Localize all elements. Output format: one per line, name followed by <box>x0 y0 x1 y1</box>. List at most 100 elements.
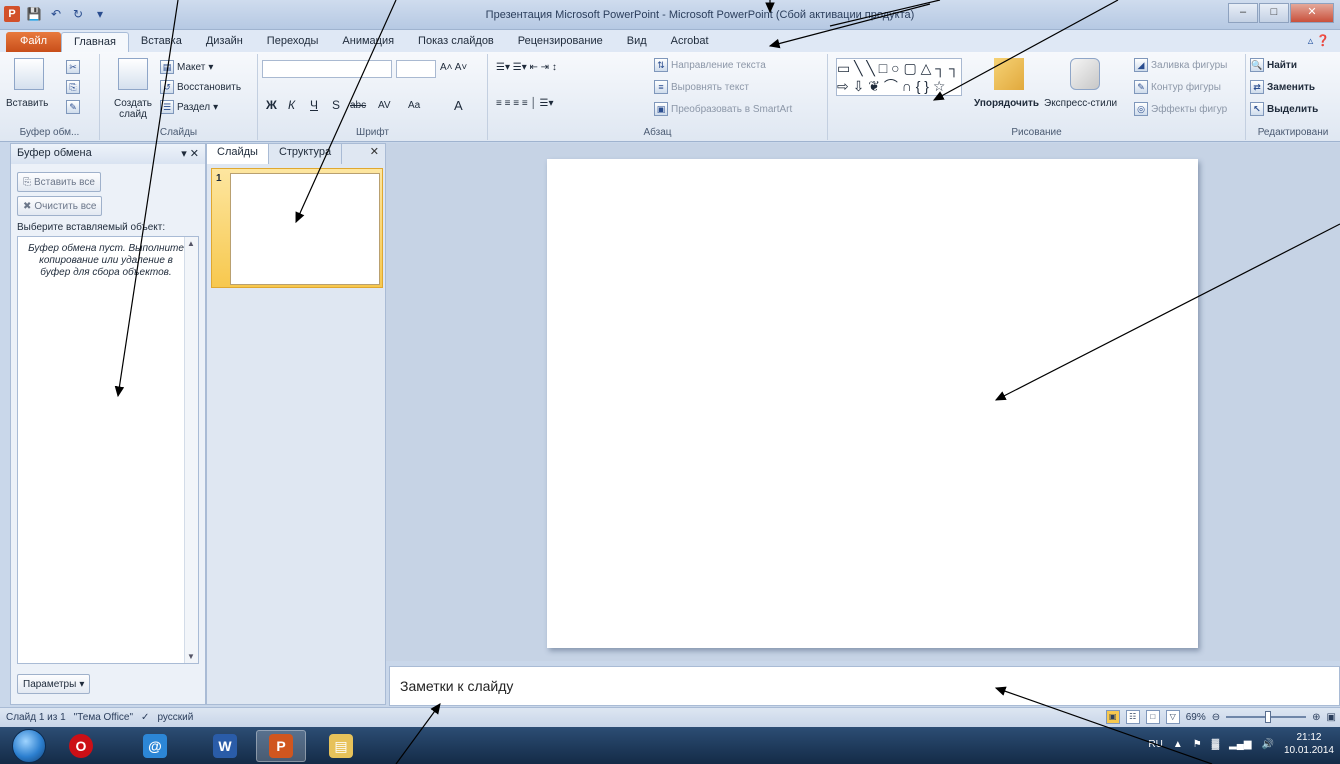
new-slide-button[interactable]: Создать слайд <box>110 98 156 120</box>
language-indicator[interactable]: русский <box>157 712 193 723</box>
tab-slideshow[interactable]: Показ слайдов <box>406 32 506 52</box>
reset-icon: ↺ <box>160 80 174 94</box>
signal-icon[interactable]: ▂▄▆ <box>1229 739 1251 750</box>
paste-button[interactable]: Вставить <box>6 98 48 109</box>
replace-button[interactable]: ⇄ Заменить <box>1250 80 1315 94</box>
tab-outline[interactable]: Структура <box>269 144 343 164</box>
slide-thumbnail[interactable] <box>230 173 380 285</box>
taskbar-explorer[interactable]: ▤ <box>316 730 366 762</box>
taskbar-mail[interactable]: @ <box>130 730 180 762</box>
slide-sorter-icon[interactable]: ☷ <box>1125 710 1140 724</box>
font-size-combo[interactable] <box>396 60 436 78</box>
quick-styles-icon[interactable] <box>1070 58 1100 90</box>
scroll-down-icon[interactable]: ▼ <box>187 652 195 661</box>
tab-review[interactable]: Рецензирование <box>506 32 615 52</box>
layout-button[interactable]: ▤ Макет ▾ <box>160 60 213 74</box>
zoom-in-icon[interactable]: ⊕ <box>1312 712 1320 723</box>
help-icon[interactable]: ▵ ❓ <box>1308 34 1330 47</box>
taskbar-word[interactable]: W <box>200 730 250 762</box>
zoom-level[interactable]: 69% <box>1186 712 1206 723</box>
clock[interactable]: 21:12 10.01.2014 <box>1284 731 1334 757</box>
select-button[interactable]: ↖ Выделить <box>1250 102 1318 116</box>
slide-canvas[interactable] <box>547 159 1198 648</box>
redo-icon[interactable]: ↻ <box>70 6 86 22</box>
input-language[interactable]: RU <box>1148 739 1162 750</box>
bullets-icon[interactable]: ☰▾ ☰▾ ⇤ ⇥ ↕ <box>496 62 557 73</box>
zoom-out-icon[interactable]: ⊖ <box>1212 712 1220 723</box>
align-icons[interactable]: ≡ ≡ ≡ ≡ │ ☰▾ <box>496 98 553 109</box>
tab-slides[interactable]: Слайды <box>207 144 269 164</box>
cut-icon[interactable]: ✂ <box>66 60 80 74</box>
new-slide-icon[interactable] <box>118 58 148 90</box>
maximize-button[interactable]: □ <box>1259 3 1289 23</box>
tab-acrobat[interactable]: Acrobat <box>659 32 721 52</box>
change-case-button[interactable]: Aa <box>408 100 420 111</box>
reset-button[interactable]: ↺ Восстановить <box>160 80 241 94</box>
minimize-button[interactable]: – <box>1228 3 1258 23</box>
shape-outline-button[interactable]: ✎ Контур фигуры <box>1134 80 1221 94</box>
grow-font-icon[interactable]: A˄ A˅ <box>440 62 467 73</box>
shape-effects-button[interactable]: ◎ Эффекты фигур <box>1134 102 1227 116</box>
copy-icon[interactable]: ⎘ <box>66 80 80 94</box>
align-text-button[interactable]: ≡ Выровнять текст <box>654 80 749 94</box>
show-hidden-icons-icon[interactable]: ▲ <box>1173 739 1183 750</box>
scroll-up-icon[interactable]: ▲ <box>187 239 195 248</box>
find-button[interactable]: 🔍 Найти <box>1250 58 1297 72</box>
paste-all-button[interactable]: ⎘ Вставить все <box>17 172 101 192</box>
tab-animations[interactable]: Анимация <box>330 32 406 52</box>
tab-transitions[interactable]: Переходы <box>255 32 331 52</box>
shapes-gallery[interactable]: ▭ ╲ ╲ □ ○ ▢ △ ┐ ┐ ⇨ ⇩ ❦ ⌒ ∩ { } ☆ <box>836 58 962 96</box>
text-direction-button[interactable]: ⇅ Направление текста <box>654 58 766 72</box>
font-name-combo[interactable] <box>262 60 392 78</box>
clear-all-label: Очистить все <box>34 200 97 212</box>
theme-name[interactable]: "Тема Office" <box>74 712 133 723</box>
slideshow-view-icon[interactable]: ▽ <box>1165 710 1180 724</box>
notes-placeholder: Заметки к слайду <box>400 678 514 694</box>
clear-all-button[interactable]: ✖ Очистить все <box>17 196 103 216</box>
tab-file[interactable]: Файл <box>6 32 62 52</box>
shadow-button[interactable]: S <box>332 98 340 112</box>
pane-close-icon[interactable]: ▾ ✕ <box>181 147 199 161</box>
undo-icon[interactable]: ↶ <box>48 6 64 22</box>
flag-icon[interactable]: ⚑ <box>1193 739 1202 750</box>
taskbar-powerpoint[interactable]: P <box>256 730 306 762</box>
options-button[interactable]: Параметры ▾ <box>17 674 91 694</box>
save-icon[interactable]: 💾 <box>26 6 42 22</box>
italic-button[interactable]: К <box>288 98 295 112</box>
start-button[interactable] <box>12 729 46 763</box>
close-button[interactable]: ✕ <box>1290 3 1334 23</box>
reading-view-icon[interactable]: □ <box>1145 710 1160 724</box>
spellcheck-icon[interactable]: ✓ <box>141 712 149 723</box>
zoom-slider-knob[interactable] <box>1265 711 1272 723</box>
slide-thumbnail-selected[interactable]: 1 <box>211 168 383 288</box>
customize-qat-icon[interactable]: ▾ <box>92 6 108 22</box>
arrange-icon[interactable] <box>994 58 1024 90</box>
section-button[interactable]: ☰ Раздел ▾ <box>160 100 218 114</box>
bold-button[interactable]: Ж <box>266 98 277 112</box>
smartart-button[interactable]: ▣ Преобразовать в SmartArt <box>654 102 792 116</box>
slides-pane-close-icon[interactable]: ✕ <box>364 144 385 164</box>
fit-to-window-icon[interactable]: ▣ <box>1327 712 1336 723</box>
arrange-button[interactable]: Упорядочить <box>974 98 1039 109</box>
strikethrough-button[interactable]: abc <box>350 100 366 111</box>
font-color-button[interactable]: A <box>454 98 463 113</box>
volume-icon[interactable]: 🔊 <box>1261 739 1273 750</box>
powerpoint-app-icon[interactable]: P <box>4 6 20 22</box>
tab-view[interactable]: Вид <box>615 32 659 52</box>
format-painter-icon[interactable]: ✎ <box>66 100 80 114</box>
clipboard-items-list[interactable]: Буфер обмена пуст. Выполните копирование… <box>17 236 199 664</box>
clipboard-scrollbar[interactable]: ▲ ▼ <box>184 237 198 663</box>
zoom-slider[interactable] <box>1226 711 1307 723</box>
tab-insert[interactable]: Вставка <box>129 32 194 52</box>
underline-button[interactable]: Ч <box>310 98 318 112</box>
tab-home[interactable]: Главная <box>61 32 129 52</box>
quick-styles-button[interactable]: Экспресс-стили <box>1044 98 1117 109</box>
paste-icon[interactable] <box>14 58 44 90</box>
taskbar-opera[interactable]: O <box>56 730 106 762</box>
notes-pane[interactable]: Заметки к слайду <box>389 666 1340 706</box>
network-icon[interactable]: ▓ <box>1212 739 1219 750</box>
tab-design[interactable]: Дизайн <box>194 32 255 52</box>
char-spacing-button[interactable]: AV <box>378 100 391 111</box>
shape-fill-button[interactable]: ◢ Заливка фигуры <box>1134 58 1227 72</box>
normal-view-icon[interactable]: ▣ <box>1105 710 1120 724</box>
